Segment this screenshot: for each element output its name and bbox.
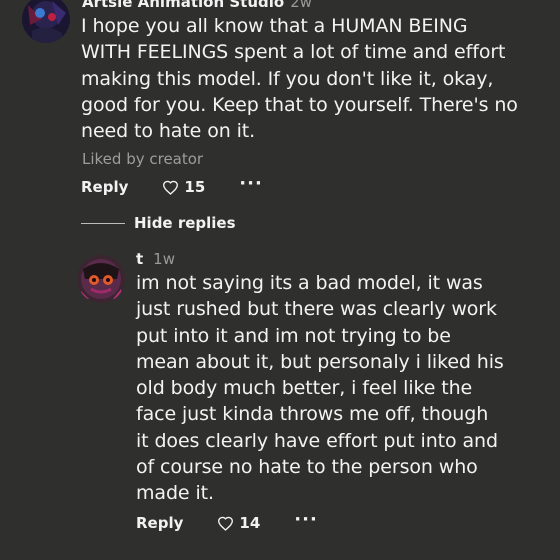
heart-icon: [218, 516, 234, 531]
reply-button[interactable]: Reply: [136, 514, 183, 532]
like-button[interactable]: 15: [162, 178, 205, 196]
reply-timestamp: 1w: [153, 250, 175, 268]
like-button[interactable]: 14: [217, 514, 260, 532]
reply-line: face just kinda throws me off, though: [136, 403, 489, 426]
comment-line: WITH FEELINGS spent a lot of time and ef…: [81, 41, 506, 64]
commenter-avatar[interactable]: [22, 0, 70, 43]
reply-actions: Reply 14 ···: [136, 511, 318, 533]
reply-line: of course no hate to the person who: [136, 456, 478, 479]
hide-replies-button[interactable]: Hide replies: [81, 214, 236, 232]
heart-icon: [163, 180, 179, 195]
reply-body: im not saying its a bad model, it was ju…: [136, 270, 504, 507]
liked-by-creator-label: Liked by creator: [82, 150, 204, 168]
comment-author-name[interactable]: Artsie Animation Studio: [82, 0, 284, 11]
comment-line: good for you. Keep that to yourself. The…: [81, 93, 518, 116]
comments-thread: Artsie Animation Studio 2w I hope you all…: [0, 0, 560, 560]
hide-replies-divider: [81, 222, 125, 224]
comment-line: making this model. If you don't like it,…: [81, 67, 494, 90]
reply-line: old body much better, i feel like the: [136, 377, 473, 400]
reply-line: mean about it, but personaly i liked his: [136, 350, 504, 373]
reply-button[interactable]: Reply: [81, 178, 128, 196]
reply-line: just rushed but there was clearly work: [136, 298, 497, 321]
more-options-button[interactable]: ···: [294, 511, 318, 531]
more-options-button[interactable]: ···: [239, 175, 263, 195]
like-count: 14: [239, 514, 261, 532]
comment-line: I hope you all know that a HUMAN BEING: [81, 15, 468, 37]
reply-avatar[interactable]: [77, 255, 125, 303]
reply-line: put into it and im not trying to be: [136, 324, 451, 347]
reply-line: im not saying its a bad model, it was: [136, 272, 483, 294]
reply-author[interactable]: t 1w: [136, 250, 175, 268]
hide-replies-label: Hide replies: [134, 214, 236, 232]
comment-actions: Reply 15 ···: [81, 175, 263, 197]
comment-timestamp: 2w: [290, 0, 312, 11]
reply-line: it does clearly have effort put into and: [136, 429, 498, 452]
comment-line: need to hate on it.: [81, 120, 256, 143]
comment-author[interactable]: Artsie Animation Studio 2w: [82, 0, 312, 11]
reply-line: made it.: [136, 482, 214, 505]
like-count: 15: [184, 178, 206, 196]
comment-body: I hope you all know that a HUMAN BEING W…: [81, 13, 518, 144]
reply-author-name[interactable]: t: [136, 250, 143, 268]
